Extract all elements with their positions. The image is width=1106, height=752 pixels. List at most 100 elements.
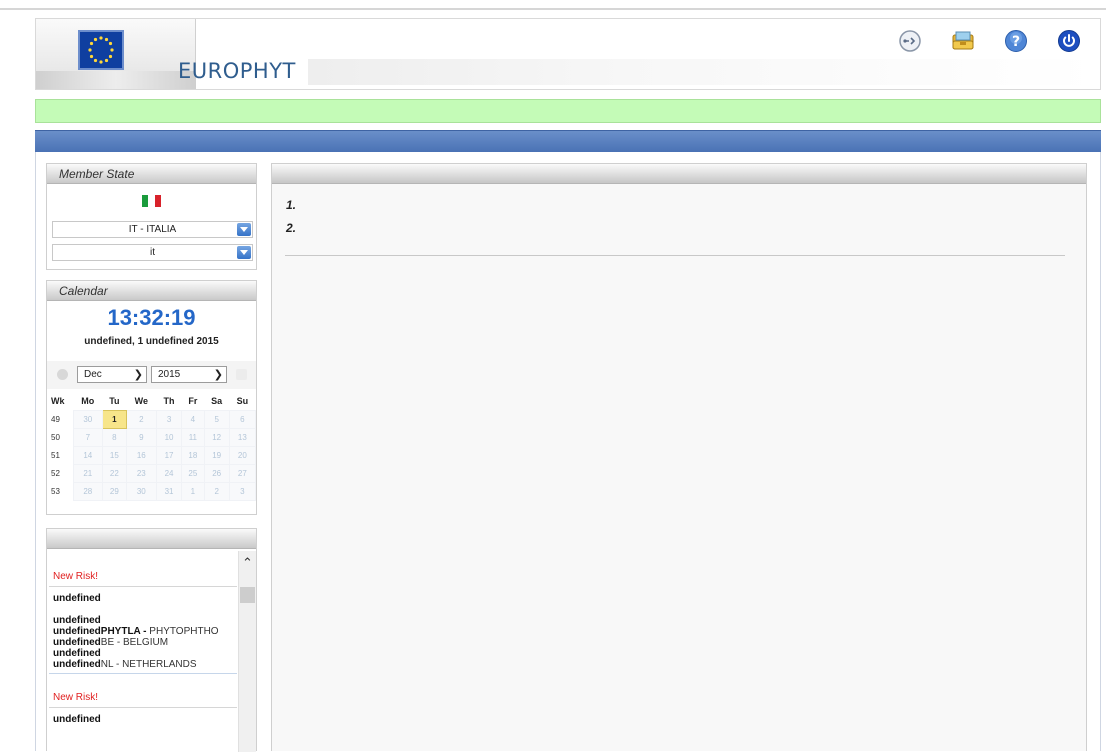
calendar-day[interactable]: 17 (156, 445, 183, 465)
calendar-day[interactable]: 19 (203, 445, 230, 465)
risk-heading (47, 529, 256, 549)
risk-line-value: BE - BELGIUM (100, 637, 169, 648)
calendar-day[interactable]: 10 (156, 427, 183, 447)
scroll-thumb[interactable] (240, 587, 255, 603)
calendar-heading: Calendar (47, 281, 256, 301)
risk-line: undefined (49, 593, 237, 604)
risk-line-label: undefined (53, 648, 101, 659)
prev-month-button[interactable] (57, 369, 68, 380)
calendar-day[interactable]: 20 (228, 445, 257, 465)
calendar-day-today[interactable]: 1 (102, 409, 127, 429)
calendar-day[interactable]: 13 (228, 427, 257, 447)
risk-line-label: undefined (53, 714, 101, 725)
member-state-heading: Member State (47, 164, 256, 184)
calendar-day[interactable]: 8 (102, 427, 127, 447)
risk-line: undefined (49, 648, 237, 659)
risk-title[interactable]: New Risk! (49, 551, 237, 587)
calendar-weekday-header: Th (163, 395, 175, 406)
header-toolbar: ? (895, 26, 1084, 56)
power-icon[interactable] (1054, 26, 1084, 56)
week-number: 51 (51, 450, 60, 460)
calendar-day[interactable]: 12 (203, 427, 230, 447)
calendar-day[interactable]: 7 (72, 427, 104, 447)
calendar-weekday-header: Tu (109, 395, 120, 406)
calendar-weekday-header: Wk (51, 396, 65, 406)
calendar-week-row: 49 30 1 2 3 4 5 6 (47, 409, 257, 429)
calendar-day[interactable]: 26 (203, 463, 230, 483)
calendar-day[interactable]: 3 (228, 481, 257, 501)
calendar-day[interactable]: 21 (72, 463, 104, 483)
calendar-day[interactable]: 9 (125, 427, 158, 447)
week-number: 52 (51, 468, 60, 478)
next-month-button[interactable] (236, 369, 247, 380)
chevron-down-icon: ❯ (133, 369, 143, 381)
divider (285, 255, 1065, 256)
week-number: 53 (51, 486, 60, 496)
calendar-day[interactable]: 1 (181, 481, 205, 501)
calendar-day[interactable]: 29 (102, 481, 127, 501)
calendar-week-row: 52 21 22 23 24 25 26 27 (47, 463, 257, 483)
country-select-value: IT - ITALIA (128, 224, 177, 235)
calendar-day[interactable]: 30 (125, 481, 158, 501)
country-select[interactable]: IT - ITALIA (52, 221, 253, 238)
calendar-week-row: 50 7 8 9 10 11 12 13 (47, 427, 257, 447)
eu-flag-icon (78, 30, 124, 70)
calendar-weekday-header: We (134, 395, 148, 406)
week-number: 50 (51, 432, 60, 442)
risk-list[interactable]: New Risk! undefined undefined undefinedPHYT… (49, 551, 237, 752)
inbox-icon[interactable] (948, 26, 978, 56)
calendar-panel: Calendar 13:32:19 undefined, 1 undefined… (46, 280, 257, 515)
clock: 13:32:19 (107, 305, 196, 330)
risk-panel: New Risk! undefined undefined undefinedPHYT… (46, 528, 257, 752)
week-number: 49 (51, 414, 60, 424)
calendar-day[interactable]: 25 (181, 463, 205, 483)
network-icon[interactable] (895, 26, 925, 56)
chevron-down-icon[interactable] (237, 223, 251, 236)
message-bar (35, 99, 1101, 123)
calendar-day[interactable]: 15 (102, 445, 127, 465)
risk-line-label: undefined (53, 615, 101, 626)
calendar-day[interactable]: 28 (72, 481, 104, 501)
main-heading (272, 164, 1086, 184)
calendar-day[interactable]: 11 (181, 427, 205, 447)
risk-line: undefined (49, 714, 237, 725)
calendar-day[interactable]: 14 (72, 445, 104, 465)
calendar-day[interactable]: 16 (125, 445, 158, 465)
app-title: EUROPHYT (178, 59, 296, 83)
calendar-weekday-header: Sa (211, 395, 223, 406)
calendar-day[interactable]: 5 (203, 409, 230, 429)
calendar-day[interactable]: 4 (181, 409, 205, 429)
year-select-value: 2015 (158, 369, 181, 380)
calendar-day[interactable]: 2 (125, 409, 158, 429)
risk-line: undefined (49, 615, 237, 626)
calendar-weekday-header: Mo (81, 395, 95, 406)
calendar-day[interactable]: 22 (102, 463, 127, 483)
calendar-day[interactable]: 24 (156, 463, 183, 483)
risk-line-label: undefined (53, 637, 101, 648)
chevron-up-icon[interactable]: ⌃ (242, 555, 253, 571)
calendar-day[interactable]: 2 (203, 481, 230, 501)
calendar-day[interactable]: 3 (156, 409, 183, 429)
calendar-controls: Dec ❯ 2015 ❯ (47, 361, 256, 389)
year-select[interactable]: 2015 ❯ (151, 366, 227, 383)
member-state-panel: Member State IT - ITALIA it (46, 163, 257, 270)
scrollbar[interactable]: ⌃ (238, 551, 256, 752)
calendar-day[interactable]: 6 (228, 409, 257, 429)
calendar-weekday-header: Fr (188, 395, 198, 406)
calendar-day[interactable]: 30 (72, 409, 104, 429)
calendar-day[interactable]: 18 (181, 445, 205, 465)
calendar-grid: Wk Mo Tu We Th Fr Sa Su 49 30 1 2 3 4 5 6 50 7 8 9 10 11 12 13… (47, 392, 257, 501)
month-select[interactable]: Dec ❯ (77, 366, 147, 383)
svg-text:?: ? (1012, 34, 1020, 50)
calendar-day[interactable]: 23 (125, 463, 158, 483)
risk-line (49, 604, 237, 615)
risk-title[interactable]: New Risk! (49, 674, 237, 708)
chevron-down-icon[interactable] (237, 246, 251, 259)
calendar-day[interactable]: 31 (156, 481, 183, 501)
risk-line-label: undefined (53, 659, 101, 670)
help-icon[interactable]: ? (1001, 26, 1031, 56)
language-select[interactable]: it (52, 244, 253, 261)
main-panel: 1. 2. (271, 163, 1087, 751)
calendar-day[interactable]: 27 (228, 463, 257, 483)
month-select-value: Dec (84, 369, 102, 380)
